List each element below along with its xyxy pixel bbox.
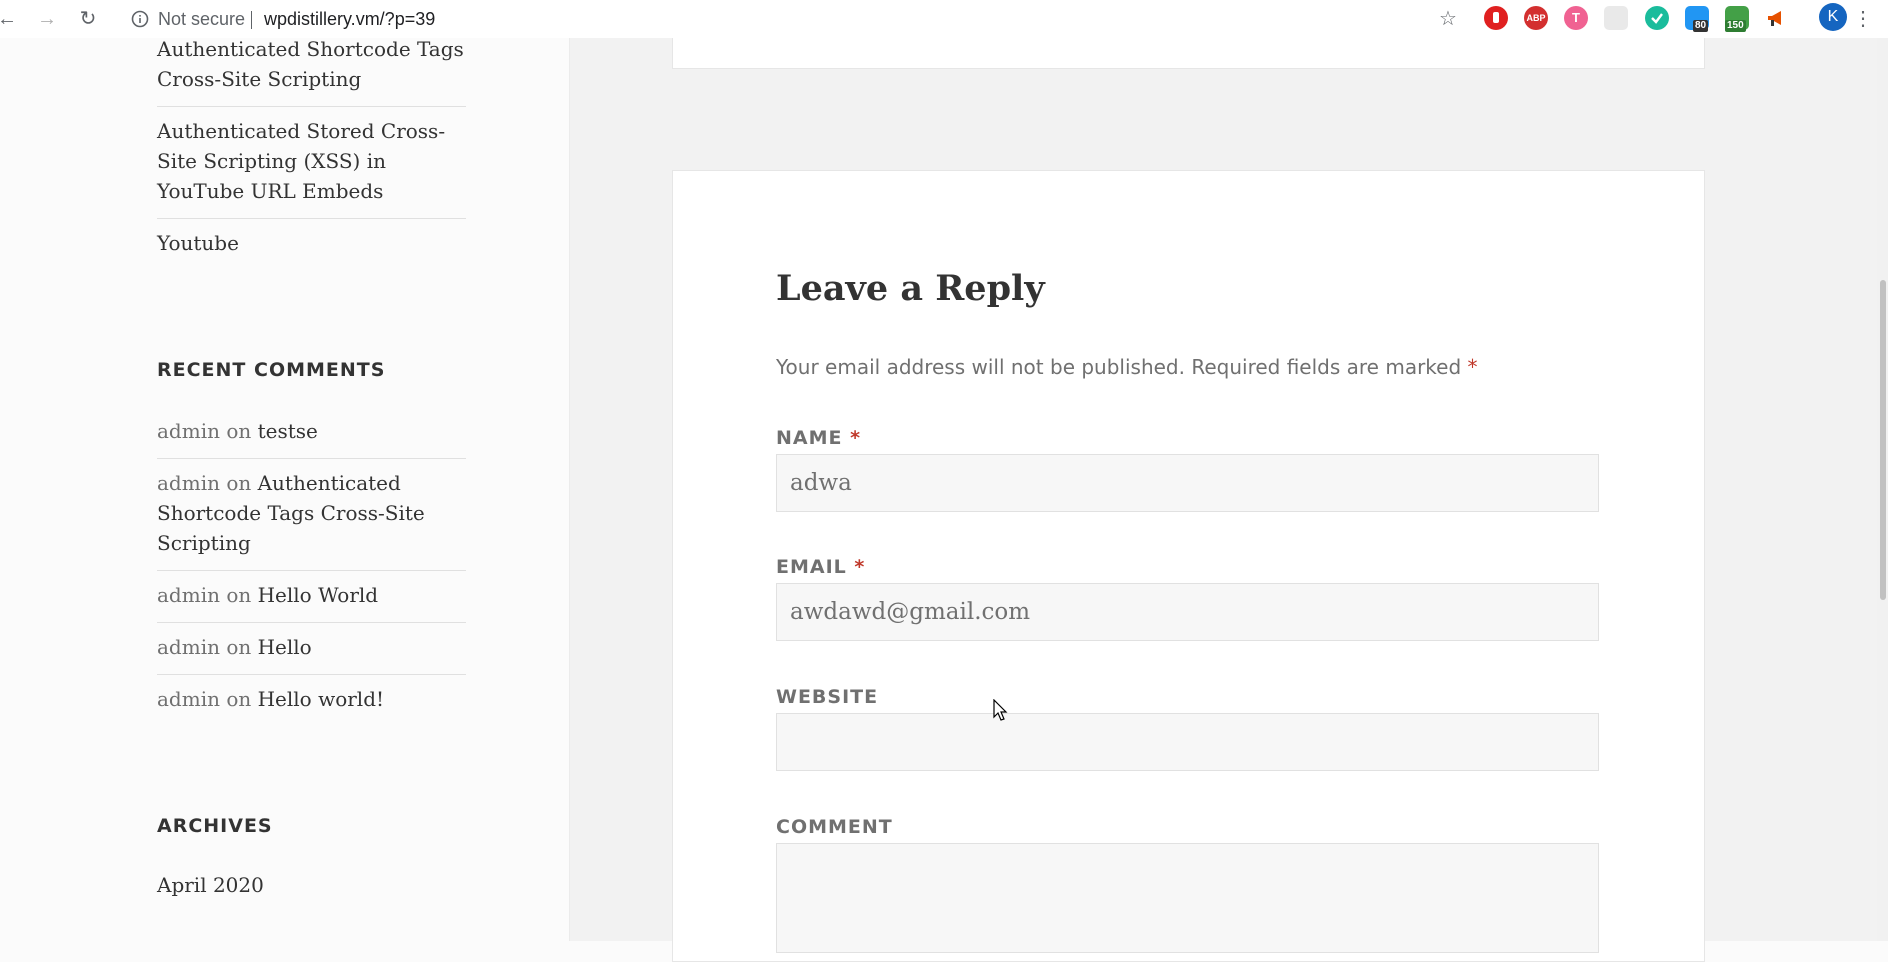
forward-icon[interactable]: → [36, 5, 58, 33]
megaphone-extension-icon[interactable] [1765, 6, 1789, 30]
comment-author: admin [157, 635, 220, 659]
name-label-text: NAME [776, 427, 843, 449]
required-mark: * [850, 427, 862, 449]
comment-post-link[interactable]: Hello [258, 635, 312, 659]
abp-icon[interactable]: ABP [1524, 6, 1548, 30]
reload-icon[interactable]: ↻ [76, 5, 100, 33]
mouse-cursor-icon [993, 699, 1008, 721]
email-label-text: EMAIL [776, 556, 847, 578]
recent-post-link[interactable]: Authenticated Shortcode Tags Cross-Site … [157, 34, 466, 107]
comment-on: on [226, 635, 252, 659]
grey-extension-icon[interactable] [1604, 6, 1628, 30]
recent-comment-item: admin on Hello World [157, 580, 466, 623]
archive-link[interactable]: April 2020 [157, 870, 466, 912]
comment-author: admin [157, 419, 220, 443]
archives-list: April 2020 [157, 870, 466, 921]
comment-author: admin [157, 687, 220, 711]
comment-textarea[interactable] [776, 843, 1599, 953]
recent-comment-item: admin on Authenticated Shortcode Tags Cr… [157, 468, 466, 571]
back-icon[interactable]: ← [0, 5, 18, 33]
comment-author: admin [157, 583, 220, 607]
comment-post-link[interactable]: testse [258, 419, 318, 443]
comment-author: admin [157, 471, 220, 495]
address-bar-url[interactable]: wpdistillery.vm/?p=39 [264, 5, 435, 33]
comment-post-link[interactable]: Hello world! [258, 687, 384, 711]
comment-notes-text: Your email address will not be published… [776, 355, 1462, 379]
comment-post-link[interactable]: Hello World [258, 583, 378, 607]
comment-on: on [226, 583, 252, 607]
comment-on: on [226, 687, 252, 711]
blue-extension-badge: 80 [1693, 20, 1709, 32]
archives-title: ARCHIVES [157, 815, 273, 837]
site-info-icon[interactable] [128, 5, 152, 33]
adblock-stop-icon[interactable] [1484, 6, 1508, 30]
browser-menu-icon[interactable]: ⋮ [1853, 5, 1873, 33]
recent-posts-list: Authenticated Shortcode Tags Cross-Site … [157, 34, 466, 279]
recent-post-link[interactable]: Youtube [157, 228, 466, 270]
website-label: WEBSITE [776, 686, 879, 708]
email-input[interactable] [776, 583, 1599, 641]
post-card-bottom [672, 38, 1705, 69]
required-mark: * [1467, 355, 1478, 379]
recent-comment-item: admin on testse [157, 416, 466, 459]
name-input[interactable] [776, 454, 1599, 512]
recent-post-link[interactable]: Authenticated Stored Cross-Site Scriptin… [157, 116, 466, 219]
comment-on: on [226, 471, 252, 495]
t-extension-icon[interactable]: T [1564, 6, 1588, 30]
recent-comment-item: admin on Hello world! [157, 684, 466, 726]
comment-label: COMMENT [776, 816, 893, 838]
blue-extension-icon[interactable]: 80 [1685, 6, 1709, 32]
website-input[interactable] [776, 713, 1599, 771]
comment-notes: Your email address will not be published… [776, 355, 1478, 379]
green-extension-badge: 150 [1725, 20, 1746, 32]
email-label: EMAIL * [776, 556, 865, 578]
recent-comment-item: admin on Hello [157, 632, 466, 675]
scrollbar-thumb[interactable] [1880, 280, 1886, 600]
profile-avatar[interactable]: K [1819, 3, 1847, 31]
bookmark-star-icon[interactable]: ☆ [1436, 5, 1460, 33]
teal-extension-icon[interactable] [1645, 6, 1669, 30]
required-mark: * [854, 556, 866, 578]
name-label: NAME * [776, 427, 861, 449]
reply-title: Leave a Reply [776, 268, 1045, 309]
recent-comments-title: RECENT COMMENTS [157, 359, 386, 381]
comment-on: on [226, 419, 252, 443]
green-extension-icon[interactable]: 150 [1725, 6, 1749, 32]
recent-comments-list: admin on testse admin on Authenticated S… [157, 416, 466, 735]
security-status-text[interactable]: Not secure [158, 5, 245, 33]
address-separator [251, 11, 252, 29]
